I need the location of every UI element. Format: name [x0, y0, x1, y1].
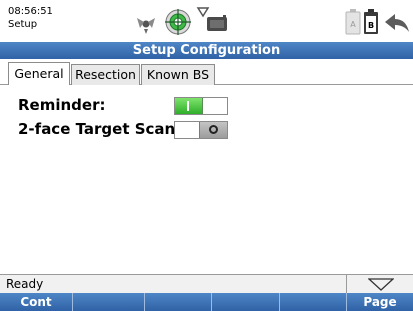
top-status-bar: 08:56:51 Setup A B [0, 0, 413, 42]
softkey-5[interactable] [280, 293, 347, 311]
radio-device-icon [207, 15, 227, 31]
mode-label: Setup [8, 19, 38, 30]
toggle-on-knob [175, 98, 203, 114]
reminder-label: Reminder: [18, 96, 106, 114]
softkey-page[interactable]: Page [347, 293, 413, 311]
softkey-3[interactable] [145, 293, 212, 311]
chevron-down-icon[interactable] [368, 278, 394, 291]
battery-a-icon: A [345, 9, 361, 35]
status-separator [346, 275, 347, 294]
clock: 08:56:51 Setup [8, 5, 53, 31]
window-title: Setup Configuration [0, 42, 413, 59]
softkey-bar: Cont Page [0, 293, 413, 311]
status-line: Ready [0, 274, 413, 294]
tab-known-bs[interactable]: Known BS [141, 64, 215, 85]
settings-panel: Reminder: 2-face Target Scan: [0, 86, 413, 274]
softkey-4[interactable] [212, 293, 280, 311]
back-arrow-icon[interactable] [384, 13, 410, 33]
clock-time: 08:56:51 [8, 6, 53, 17]
svg-text:B: B [368, 21, 374, 30]
status-text: Ready [6, 277, 44, 291]
tab-resection[interactable]: Resection [71, 64, 140, 85]
tab-bar: General Resection Known BS [0, 59, 413, 86]
two-face-target-scan-label: 2-face Target Scan: [18, 120, 182, 138]
target-prism-icon[interactable] [164, 6, 192, 36]
satellite-icon[interactable] [134, 12, 158, 36]
tab-general[interactable]: General [8, 62, 70, 86]
two-face-target-scan-toggle[interactable] [174, 121, 228, 139]
battery-b-icon: B [364, 9, 378, 34]
softkey-cont[interactable]: Cont [0, 293, 73, 311]
reminder-toggle[interactable] [174, 97, 228, 115]
toggle-off-knob [199, 122, 227, 138]
softkey-2[interactable] [73, 293, 145, 311]
svg-text:A: A [350, 20, 356, 29]
